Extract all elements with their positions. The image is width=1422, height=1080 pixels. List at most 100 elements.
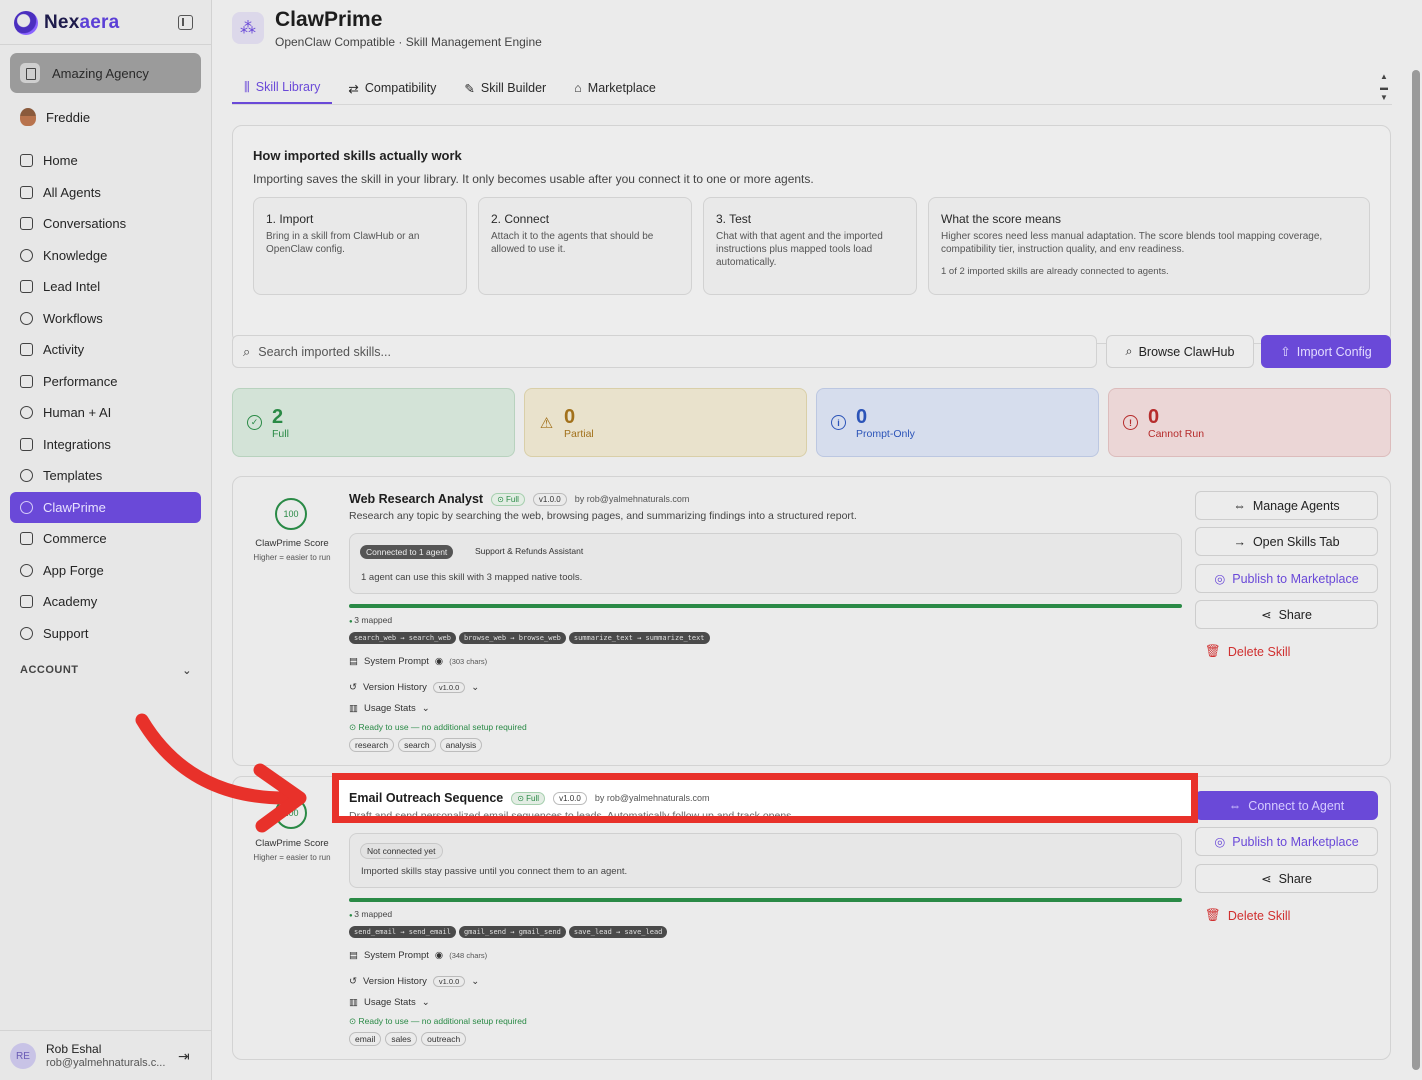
system-prompt-row[interactable]: ▤ System Prompt ◉ (348 chars) — [349, 950, 487, 961]
browse-clawhub-button[interactable]: ⌕ Browse ClawHub — [1106, 335, 1254, 368]
sidebar-item-home[interactable]: Home — [10, 145, 201, 177]
tool-chip: gmail_send → gmail_send — [458, 926, 566, 938]
import-config-button[interactable]: ⇧ Import Config — [1261, 335, 1391, 368]
footer-user-email: rob@yalmehnaturals.c... — [46, 1057, 166, 1069]
avatar: RE — [10, 1043, 36, 1069]
tag[interactable]: research — [349, 738, 395, 752]
highlighted-skill-header[interactable]: Email Outreach Sequence ⊙ Full v1.0.0 by… — [332, 773, 1198, 823]
button-label: Share — [1278, 607, 1312, 622]
share-button[interactable]: ⋖ Share — [1195, 864, 1378, 893]
share-button[interactable]: ⋖ Share — [1195, 600, 1378, 629]
connect-to-agent-button[interactable]: ⇔ Connect to Agent — [1195, 791, 1378, 820]
page-title: ClawPrime — [275, 8, 383, 31]
sidebar-item-templates[interactable]: Templates — [10, 460, 201, 492]
version-history-row[interactable]: ↺ Version History v1.0.0 ⌄ — [349, 682, 479, 693]
account-section-toggle[interactable]: ACCOUNT ⌄ — [20, 664, 192, 677]
sidebar-item-academy[interactable]: Academy — [10, 586, 201, 618]
grip-icon: ▬ — [1380, 82, 1388, 92]
sidebar-item-knowledge[interactable]: Knowledge — [10, 240, 201, 272]
usage-stats-label: Usage Stats — [363, 703, 416, 714]
delete-skill-button[interactable]: 🗑 Delete Skill — [1195, 637, 1378, 666]
tag[interactable]: outreach — [421, 1032, 467, 1046]
eye-icon[interactable]: ◉ — [435, 950, 443, 961]
eye-icon[interactable]: ◉ — [435, 656, 443, 667]
skill-author: by rob@yalmehnaturals.com — [594, 793, 710, 803]
connected-agent[interactable]: Support & Refunds Assistant — [475, 546, 583, 556]
sidebar-item-clawprime[interactable]: ClawPrime — [10, 491, 201, 523]
system-prompt-label: System Prompt — [363, 950, 429, 961]
system-prompt-row[interactable]: ▤ System Prompt ◉ (303 chars) — [349, 656, 487, 667]
skill-name: Email Outreach Sequence — [349, 791, 504, 805]
arrow-right-icon: → — [1233, 534, 1246, 549]
globe-icon: ◎ — [1214, 572, 1226, 586]
tag[interactable]: email — [349, 1032, 382, 1046]
current-user[interactable]: Freddie — [20, 108, 90, 126]
step-title: 2. Connect — [491, 212, 550, 226]
sidebar-item-activity[interactable]: Activity — [10, 334, 201, 366]
brand[interactable]: Nexaera — [14, 10, 119, 36]
sidebar-item-app-forge[interactable]: App Forge — [10, 555, 201, 587]
scroll-handle[interactable]: ▲ ▬ ▼ — [1378, 72, 1390, 102]
trash-icon: 🗑 — [1205, 644, 1221, 658]
agency-switcher[interactable]: Amazing Agency — [10, 53, 201, 93]
tab-bar: ⫼ Skill Library ⇄ Compatibility ✎ Skill Bui… — [232, 72, 668, 104]
page-subtitle: OpenClaw Compatible · Skill Management E… — [275, 35, 542, 49]
manage-agents-button[interactable]: ⇔ Manage Agents — [1195, 491, 1378, 520]
skill-description: Draft and send personalized email sequen… — [349, 810, 795, 816]
mapped-count: 3 mapped — [349, 909, 392, 919]
tab-skill-builder[interactable]: ✎ Skill Builder — [452, 72, 558, 104]
sidebar-item-conversations[interactable]: Conversations — [10, 208, 201, 240]
connection-badge: Connected to 1 agent — [360, 545, 454, 559]
tag[interactable]: search — [398, 738, 436, 752]
sidebar-item-support[interactable]: Support — [10, 618, 201, 650]
footer-user[interactable]: RE Rob Eshal rob@yalmehnaturals.c... ⇥ — [10, 1040, 200, 1072]
tag[interactable]: sales — [385, 1032, 418, 1046]
tab-skill-library[interactable]: ⫼ Skill Library — [232, 72, 333, 104]
search-input[interactable] — [258, 344, 1059, 359]
tab-marketplace[interactable]: ⌂ Marketplace — [562, 72, 668, 104]
share-icon: ⋖ — [1261, 608, 1272, 622]
alert-icon: ! — [1123, 415, 1138, 430]
tag[interactable]: analysis — [439, 738, 483, 752]
version-history-row[interactable]: ↺ Version History v1.0.0 ⌄ — [349, 976, 479, 987]
connection-text: Imported skills stay passive until you c… — [361, 866, 628, 877]
tool-mapping-chips: search_web → search_web browse_web → bro… — [349, 632, 710, 644]
sidebar-item-all-agents[interactable]: All Agents — [10, 177, 201, 209]
open-skills-tab-button[interactable]: → Open Skills Tab — [1195, 527, 1378, 556]
button-label: Publish to Marketplace — [1232, 571, 1359, 586]
sidebar-item-human-ai[interactable]: Human + AI — [10, 397, 201, 429]
sidebar-item-performance[interactable]: Performance — [10, 366, 201, 398]
chevron-up-icon: ▲ — [1380, 72, 1388, 81]
cart-icon — [20, 532, 33, 546]
home-icon — [20, 154, 33, 168]
agency-name: Amazing Agency — [52, 65, 149, 81]
tier-badge: ⊙ Full — [511, 791, 546, 805]
publish-marketplace-button[interactable]: ◎ Publish to Marketplace — [1195, 564, 1378, 593]
sidebar-item-integrations[interactable]: Integrations — [10, 429, 201, 461]
tab-compatibility[interactable]: ⇄ Compatibility — [336, 72, 448, 104]
page-scrollbar[interactable] — [1412, 70, 1420, 1070]
connection-box: Connected to 1 agent Support & Refunds A… — [349, 533, 1182, 594]
info-icon: i — [831, 415, 846, 430]
usage-stats-row[interactable]: ▥ Usage Stats ⌄ — [349, 997, 430, 1008]
sidebar-item-workflows[interactable]: Workflows — [10, 303, 201, 335]
stat-body: 0 Cannot Run — [1148, 406, 1204, 440]
sidebar-item-label: Templates — [43, 468, 103, 484]
stat-body: 0 Partial — [564, 406, 594, 440]
skill-author: by rob@yalmehnaturals.com — [574, 494, 690, 504]
sidebar-item-lead-intel[interactable]: Lead Intel — [10, 271, 201, 303]
publish-marketplace-button[interactable]: ◎ Publish to Marketplace — [1195, 827, 1378, 856]
search-box[interactable]: ⌕ — [232, 335, 1097, 368]
logout-icon[interactable]: ⇥ — [178, 1048, 190, 1065]
collapse-sidebar-icon[interactable] — [178, 15, 193, 30]
graduation-icon — [20, 595, 33, 609]
trash-icon: 🗑 — [1205, 908, 1221, 922]
stat-value: 0 — [856, 405, 868, 428]
score-sub: Higher = easier to run — [253, 853, 331, 862]
delete-skill-button[interactable]: 🗑 Delete Skill — [1195, 901, 1378, 930]
sidebar-item-commerce[interactable]: Commerce — [10, 523, 201, 555]
sidebar-item-label: Performance — [43, 373, 118, 389]
tab-label: Skill Library — [255, 80, 321, 94]
check-circle-icon: ✓ — [247, 415, 262, 430]
usage-stats-row[interactable]: ▥ Usage Stats ⌄ — [349, 703, 430, 714]
